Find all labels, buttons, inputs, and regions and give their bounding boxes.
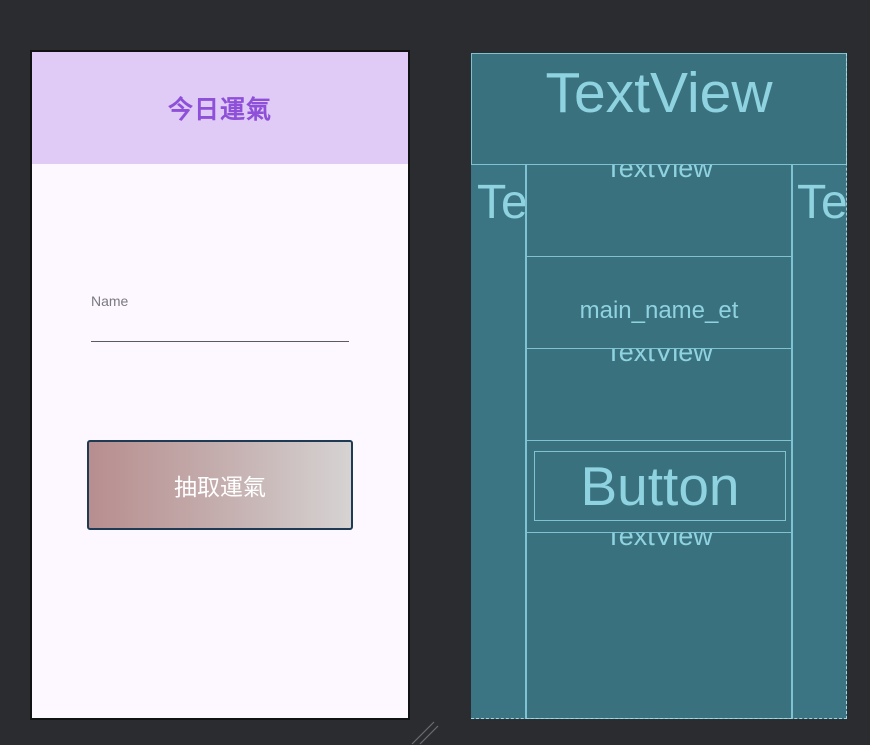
blueprint-textview-mid[interactable]: TextView <box>525 349 793 441</box>
layout-editor-canvas: 今日運氣 Name 抽取運氣 TextView Te Te TextView m… <box>0 0 870 745</box>
name-input-hint: Name <box>91 293 129 309</box>
draw-fortune-button[interactable]: 抽取運氣 <box>87 440 353 530</box>
blueprint-preview[interactable]: TextView Te Te TextView main_name_et Tex… <box>471 53 847 719</box>
blueprint-left-label: Te <box>477 176 527 229</box>
name-input-underline <box>91 340 349 342</box>
blueprint-button-inner[interactable]: Button <box>534 451 786 521</box>
app-header[interactable]: 今日運氣 <box>32 52 408 164</box>
blueprint-name-edittext-label: main_name_et <box>579 297 739 324</box>
blueprint-header-textview[interactable]: TextView <box>471 53 847 165</box>
blueprint-textview-top[interactable]: TextView <box>525 165 793 257</box>
design-preview[interactable]: 今日運氣 Name 抽取運氣 <box>32 52 408 718</box>
header-title[interactable]: 今日運氣 <box>168 90 272 126</box>
blueprint-textview-mid-label: TextView <box>605 349 713 367</box>
blueprint-textview-bottom-label: TextView <box>605 533 713 551</box>
blueprint-right-textview[interactable]: Te <box>791 165 847 719</box>
blueprint-textview-top-label: TextView <box>605 165 713 183</box>
name-input-field[interactable]: Name <box>91 290 349 342</box>
blueprint-button[interactable]: Button <box>525 441 793 533</box>
resize-grip-icon[interactable] <box>410 718 440 745</box>
blueprint-right-label: Te <box>797 176 847 229</box>
blueprint-header-label: TextView <box>545 61 773 125</box>
blueprint-name-edittext[interactable]: main_name_et <box>525 257 793 349</box>
blueprint-button-label: Button <box>580 454 740 517</box>
blueprint-textview-bottom[interactable]: TextView <box>525 533 793 719</box>
blueprint-left-textview[interactable]: Te <box>471 165 527 719</box>
